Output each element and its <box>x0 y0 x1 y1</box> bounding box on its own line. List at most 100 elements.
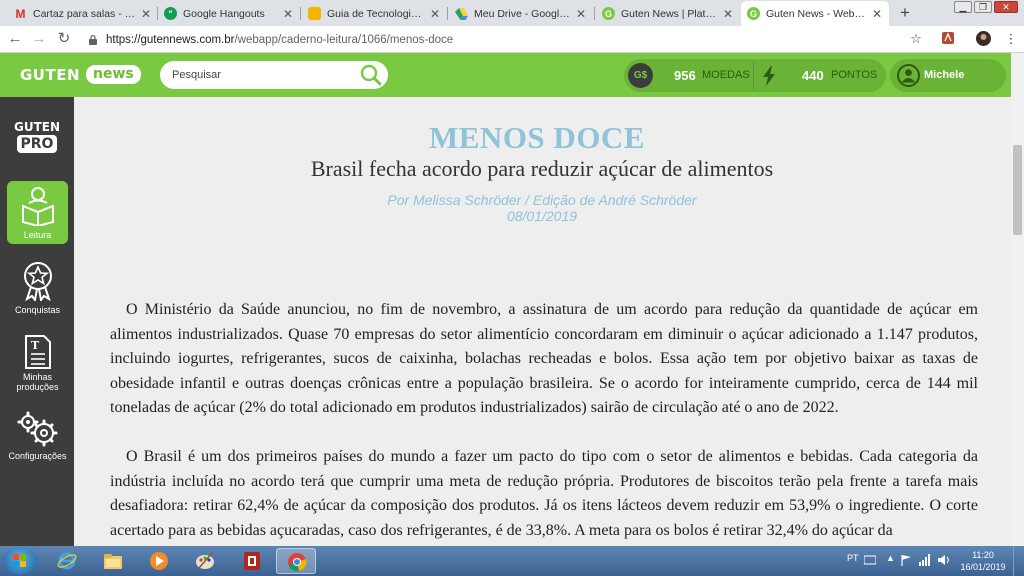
browser-tab[interactable]: M Cartaz para salas - Códig ✕ <box>8 1 158 26</box>
browser-tab[interactable]: Meu Drive - Google Drive ✕ <box>449 1 593 26</box>
search-icon[interactable] <box>358 63 384 87</box>
taskbar-paint[interactable] <box>185 548 225 574</box>
guten-news-logo[interactable]: GUTEN news <box>20 65 141 84</box>
article-date: 08/01/2019 <box>506 208 578 224</box>
article-author: Por Melissa Schröder / Edição de André S… <box>387 192 697 208</box>
tab-divider <box>300 7 301 20</box>
search-input[interactable]: Pesquisar <box>160 61 388 89</box>
taskbar-media-player[interactable] <box>139 548 179 574</box>
profile-avatar-icon[interactable] <box>975 31 991 47</box>
clock-date: 16/01/2019 <box>960 562 1006 572</box>
media-player-icon <box>150 552 168 570</box>
taskbar-internet-explorer[interactable] <box>47 548 87 574</box>
maximize-button[interactable]: ❐ <box>974 1 992 13</box>
windows-start-button[interactable] <box>3 547 37 575</box>
volume-icon[interactable] <box>937 554 951 566</box>
stats-bar: G$ 956 MOEDAS 440 PONTOS <box>624 59 886 92</box>
user-avatar-icon <box>897 64 920 87</box>
address-bar[interactable]: https://gutennews.com.br/webapp/caderno-… <box>82 28 928 51</box>
show-desktop-button[interactable] <box>1013 546 1024 576</box>
sidebar-item-conquistas[interactable]: Conquistas <box>7 261 68 317</box>
tab-title: Meu Drive - Google Drive <box>474 7 571 20</box>
user-name: Michele <box>924 69 965 81</box>
close-window-button[interactable]: ✕ <box>994 1 1018 13</box>
new-tab-button[interactable]: + <box>896 3 914 23</box>
guten-icon: G <box>602 7 615 20</box>
bookmark-star-icon[interactable]: ☆ <box>908 31 924 47</box>
lock-icon <box>89 34 97 45</box>
book-reader-icon <box>21 187 54 226</box>
forward-button[interactable]: → <box>30 30 48 48</box>
sidebar-item-label: Leitura <box>23 230 52 240</box>
chrome-icon <box>288 553 307 572</box>
sidebar-item-configuracoes[interactable]: Configurações <box>7 411 68 467</box>
extension-icon[interactable] <box>940 31 956 47</box>
language-indicator[interactable]: PT <box>847 553 859 563</box>
close-icon[interactable]: ✕ <box>722 7 734 21</box>
reload-button[interactable]: ↻ <box>55 30 73 48</box>
document-icon: T <box>24 335 51 369</box>
medal-icon <box>23 262 52 301</box>
article-body: O Ministério da Saúde anunciou, no fim d… <box>110 298 978 546</box>
browser-tab[interactable]: " Google Hangouts ✕ <box>158 1 300 26</box>
browser-tab-active[interactable]: G Guten News - Webapp ✕ <box>741 1 889 26</box>
flag-icon[interactable] <box>900 554 912 566</box>
tab-title: Google Hangouts <box>183 7 265 20</box>
close-icon[interactable]: ✕ <box>575 7 587 21</box>
sidebar-item-leitura[interactable]: Leitura <box>7 181 68 244</box>
close-icon[interactable]: ✕ <box>282 7 294 21</box>
coins-label: MOEDAS <box>702 69 750 81</box>
keyboard-icon[interactable] <box>864 555 876 565</box>
svg-text:T: T <box>31 339 40 352</box>
gmail-icon: M <box>15 6 26 21</box>
logo-text-left: GUTEN <box>20 65 81 84</box>
browser-tab[interactable]: Guia de Tecnologia para ✕ <box>302 1 447 26</box>
sidebar-item-label: produções <box>16 382 59 392</box>
tab-title: Guten News | Plataforma <box>621 7 718 20</box>
taskbar-red-app[interactable] <box>232 548 272 574</box>
windows-taskbar: PT ▲ 11:20 16/01/2019 <box>0 546 1024 576</box>
close-icon[interactable]: ✕ <box>140 7 152 21</box>
points-value: 440 <box>802 68 824 83</box>
network-signal-icon[interactable] <box>918 554 932 566</box>
paint-palette-icon <box>196 552 214 569</box>
sidebar-item-minhas-producoes[interactable]: T Minhas produções <box>7 334 68 394</box>
folder-icon <box>104 554 122 569</box>
article-paragraph: O Ministério da Saúde anunciou, no fim d… <box>110 301 978 417</box>
close-icon[interactable]: ✕ <box>429 7 441 21</box>
stats-divider <box>753 61 754 90</box>
tab-divider <box>594 7 595 20</box>
internet-explorer-icon <box>57 552 77 570</box>
tab-title: Cartaz para salas - Códig <box>33 7 136 20</box>
taskbar-chrome[interactable] <box>276 548 316 574</box>
gears-icon <box>17 411 57 447</box>
hangouts-icon: " <box>164 7 177 20</box>
app-header: GUTEN news Pesquisar G$ 956 MOEDAS 440 P… <box>0 53 1024 97</box>
system-clock[interactable]: 11:20 16/01/2019 <box>958 549 1008 573</box>
url-host: https://gutennews.com.br <box>106 33 235 46</box>
coins-value: 956 <box>674 68 696 83</box>
show-hidden-icons-icon[interactable]: ▲ <box>886 553 895 563</box>
user-menu[interactable]: Michele <box>890 59 1006 92</box>
pro-logo-top: GUTEN <box>13 120 61 134</box>
points-label: PONTOS <box>831 69 878 81</box>
clock-time: 11:20 <box>972 550 994 560</box>
browser-tab[interactable]: G Guten News | Plataforma ✕ <box>596 1 740 26</box>
logo-text-right: news <box>86 65 141 84</box>
page-scrollbar[interactable] <box>1011 53 1024 546</box>
slides-icon <box>308 7 321 20</box>
minimize-button[interactable]: ▁ <box>954 1 972 13</box>
sidebar: GUTEN PRO Leitura Conquistas T Minhas pr… <box>0 97 74 546</box>
menu-dots-icon[interactable]: ⋮ <box>1003 31 1019 47</box>
guten-icon: G <box>747 7 760 20</box>
taskbar-file-explorer[interactable] <box>93 548 133 574</box>
scrollbar-thumb[interactable] <box>1013 145 1022 235</box>
pro-logo-bottom: PRO <box>16 135 58 153</box>
back-button[interactable]: ← <box>6 30 24 48</box>
guten-pro-logo: GUTEN PRO <box>12 121 62 153</box>
sidebar-item-label: Conquistas <box>14 305 61 315</box>
article-paragraph: O Brasil é um dos primeiros países do mu… <box>110 447 978 539</box>
close-icon[interactable]: ✕ <box>871 7 883 21</box>
tab-divider <box>447 7 448 20</box>
lightning-bolt-icon <box>763 66 775 86</box>
